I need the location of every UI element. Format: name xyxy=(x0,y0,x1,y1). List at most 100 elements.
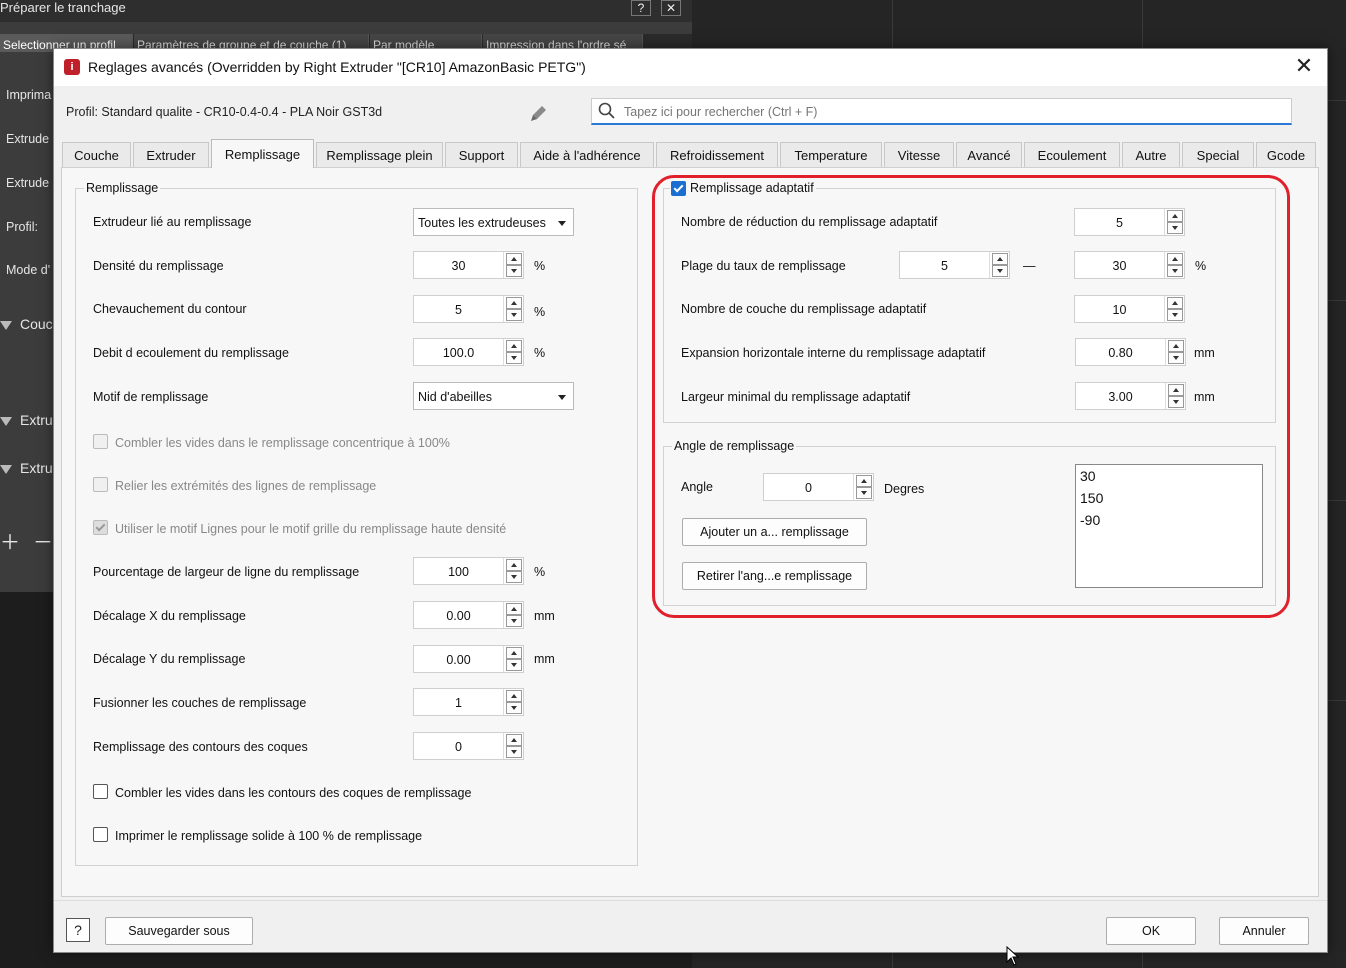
decrement-icon[interactable] xyxy=(506,352,522,364)
increment-icon[interactable] xyxy=(856,475,872,487)
increment-icon[interactable] xyxy=(506,647,522,659)
tab-vitesse[interactable]: Vitesse xyxy=(884,142,954,167)
increment-icon[interactable] xyxy=(506,734,522,746)
increment-icon[interactable] xyxy=(1167,297,1183,309)
range-min-spinbox[interactable]: 5 xyxy=(899,251,1010,279)
solid-infill-checkbox[interactable] xyxy=(93,827,108,842)
increment-icon[interactable] xyxy=(506,690,522,702)
background-help-button[interactable]: ? xyxy=(631,0,651,16)
x-offset-spinbox[interactable]: 0.00 xyxy=(413,601,524,629)
list-item[interactable]: -90 xyxy=(1076,509,1262,531)
angle-spinbox[interactable]: 0 xyxy=(763,473,874,501)
increment-icon[interactable] xyxy=(1168,340,1184,352)
search-input[interactable] xyxy=(624,102,1264,121)
row-label: Expansion horizontale interne du remplis… xyxy=(681,346,986,360)
shell-contours-spinbox[interactable]: 0 xyxy=(413,732,524,760)
line-width-spinbox[interactable]: 100 xyxy=(413,557,524,585)
cancel-button[interactable]: Annuler xyxy=(1219,917,1309,945)
minus-icon[interactable]: － xyxy=(33,526,53,555)
infill-flow-spinbox[interactable]: 100.0 xyxy=(413,338,524,366)
tab-support[interactable]: Support xyxy=(445,142,518,167)
help-button[interactable]: ? xyxy=(66,918,90,942)
row-label: Nombre de réduction du remplissage adapt… xyxy=(681,215,938,229)
tab-remplissage[interactable]: Remplissage xyxy=(211,139,314,168)
tab-couche[interactable]: Couche xyxy=(62,142,131,167)
increment-icon[interactable] xyxy=(506,559,522,571)
decrement-icon[interactable] xyxy=(1168,396,1184,408)
connect-lines-checkbox[interactable] xyxy=(93,477,108,492)
unit: % xyxy=(534,259,546,273)
decrement-icon[interactable] xyxy=(1167,265,1183,277)
tab-temperature[interactable]: Temperature xyxy=(780,142,882,167)
decrement-icon[interactable] xyxy=(992,265,1008,277)
advanced-settings-dialog: i Reglages avancés (Overridden by Right … xyxy=(53,48,1328,953)
decrement-icon[interactable] xyxy=(1167,222,1183,234)
fill-shell-gaps-checkbox[interactable] xyxy=(93,784,108,799)
add-angle-button[interactable]: Ajouter un a... remplissage xyxy=(682,518,867,546)
background-tree-item-3[interactable]: Extru xyxy=(0,460,53,476)
concentric-gaps-checkbox[interactable] xyxy=(93,434,108,449)
unit: mm xyxy=(534,609,555,623)
decrement-icon[interactable] xyxy=(506,702,522,714)
increment-icon[interactable] xyxy=(506,253,522,265)
remove-angle-button[interactable]: Retirer l'ang...e remplissage xyxy=(682,562,867,590)
plus-icon[interactable]: ＋ xyxy=(0,526,20,555)
tab-adherence[interactable]: Aide à l'adhérence xyxy=(520,142,654,167)
search-box[interactable] xyxy=(591,98,1292,125)
save-as-button[interactable]: Sauvegarder sous xyxy=(105,917,253,945)
increment-icon[interactable] xyxy=(506,603,522,615)
pencil-icon[interactable] xyxy=(528,102,550,124)
adaptive-infill-checkbox[interactable] xyxy=(671,181,686,196)
y-offset-spinbox[interactable]: 0.00 xyxy=(413,645,524,673)
lines-pattern-checkbox[interactable] xyxy=(93,520,108,535)
increment-icon[interactable] xyxy=(506,297,522,309)
merge-layers-spinbox[interactable]: 1 xyxy=(413,688,524,716)
adaptive-layers-spinbox[interactable]: 10 xyxy=(1074,295,1185,323)
tab-ecoulement[interactable]: Ecoulement xyxy=(1024,142,1120,167)
decrement-icon[interactable] xyxy=(1168,352,1184,364)
tab-remplissage-plein[interactable]: Remplissage plein xyxy=(316,142,443,167)
contour-overlap-spinbox[interactable]: 5 xyxy=(413,295,524,323)
background-tree-item-2[interactable]: Extru xyxy=(0,412,53,428)
decrement-icon[interactable] xyxy=(506,265,522,277)
decrement-icon[interactable] xyxy=(506,746,522,758)
increment-icon[interactable] xyxy=(1167,210,1183,222)
decrement-icon[interactable] xyxy=(506,571,522,583)
list-item[interactable]: 30 xyxy=(1076,465,1262,487)
increment-icon[interactable] xyxy=(506,340,522,352)
profile-label: Profil: Standard qualite - CR10-0.4-0.4 … xyxy=(66,105,383,119)
increment-icon[interactable] xyxy=(1168,384,1184,396)
infill-angle-group: Angle de remplissage Angle 0 Degres Ajou… xyxy=(663,439,1276,606)
increment-icon[interactable] xyxy=(1167,253,1183,265)
tab-autre[interactable]: Autre xyxy=(1122,142,1180,167)
infill-extruder-select[interactable]: Toutes les extrudeuses xyxy=(413,208,574,236)
tab-avance[interactable]: Avancé xyxy=(956,142,1022,167)
angle-list[interactable]: 30 150 -90 xyxy=(1075,464,1263,588)
range-max-spinbox[interactable]: 30 xyxy=(1074,251,1185,279)
decrement-icon[interactable] xyxy=(506,659,522,671)
minimal-width-spinbox[interactable]: 3.00 xyxy=(1075,382,1186,410)
infill-pattern-select[interactable]: Nid d'abeilles xyxy=(413,382,574,410)
background-close-button[interactable]: ✕ xyxy=(661,0,681,16)
decrement-icon[interactable] xyxy=(856,487,872,499)
dialog-title: Reglages avancés (Overridden by Right Ex… xyxy=(88,59,586,75)
dialog-titlebar: i Reglages avancés (Overridden by Right … xyxy=(54,49,1327,86)
close-icon[interactable]: ✕ xyxy=(1293,55,1315,78)
tab-gcode[interactable]: Gcode xyxy=(1256,142,1316,167)
decrement-icon[interactable] xyxy=(1167,309,1183,321)
tab-extruder[interactable]: Extruder xyxy=(133,142,209,167)
background-tree-item-1[interactable]: Couc xyxy=(0,316,53,332)
decrement-icon[interactable] xyxy=(506,309,522,321)
chevron-down-icon xyxy=(558,221,566,226)
decrement-icon[interactable] xyxy=(506,615,522,627)
increment-icon[interactable] xyxy=(992,253,1008,265)
list-item[interactable]: 150 xyxy=(1076,487,1262,509)
adaptive-reduction-spinbox[interactable]: 5 xyxy=(1074,208,1185,236)
ok-button[interactable]: OK xyxy=(1106,917,1196,945)
infill-density-spinbox[interactable]: 30 xyxy=(413,251,524,279)
tab-panel: Remplissage Extrudeur lié au remplissage… xyxy=(61,167,1319,897)
angle-unit: Degres xyxy=(884,482,925,496)
horizontal-expansion-spinbox[interactable]: 0.80 xyxy=(1075,338,1186,366)
tab-special[interactable]: Special xyxy=(1182,142,1254,167)
tab-refroidissement[interactable]: Refroidissement xyxy=(656,142,778,167)
